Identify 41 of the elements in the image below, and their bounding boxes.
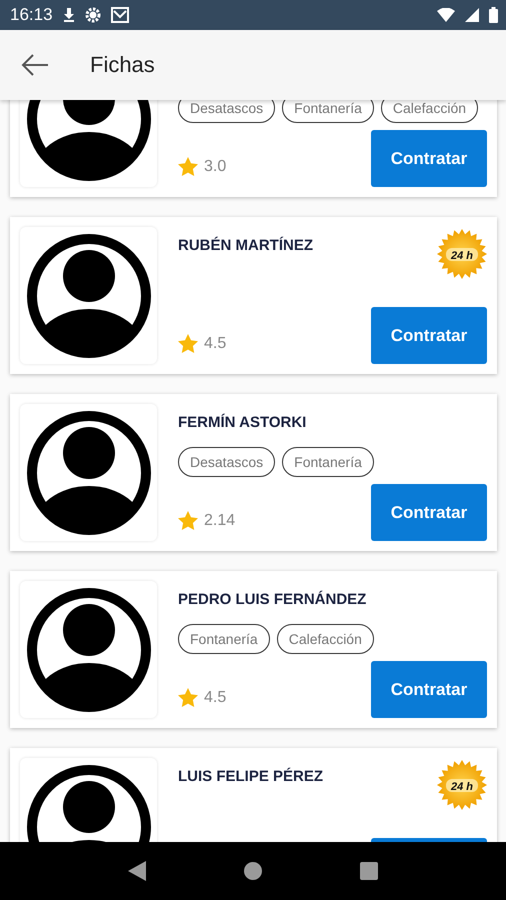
settings-icon: [84, 7, 101, 23]
star-icon: [178, 511, 198, 530]
hire-button[interactable]: Contratar: [371, 484, 487, 541]
service-tag: Fontanería: [282, 447, 374, 477]
mail-icon: [110, 7, 129, 23]
star-icon: [178, 157, 198, 176]
star-icon: [178, 334, 198, 353]
service-tag: Desatascos: [178, 447, 276, 477]
battery-icon: [489, 7, 498, 23]
rating-value: 3.0: [204, 158, 226, 176]
download-icon: [62, 8, 75, 22]
signal-icon: [465, 8, 479, 22]
back-button[interactable]: [20, 53, 50, 77]
screen-title: Fichas: [90, 52, 155, 78]
service-tag: Calefacción: [276, 624, 374, 654]
status-time: 16:13: [10, 5, 53, 25]
professional-name: LUIS FELIPE PÉREZ: [178, 766, 324, 787]
back-nav-button[interactable]: [128, 861, 146, 881]
hire-button[interactable]: Contratar: [371, 661, 487, 718]
hire-button[interactable]: Contratar: [371, 130, 487, 187]
recents-nav-button[interactable]: [360, 862, 378, 880]
recents-square-icon: [360, 862, 378, 880]
back-triangle-icon: [128, 861, 146, 881]
service-tag: Calefacción: [380, 100, 478, 123]
rating-value: 2.14: [204, 512, 236, 530]
home-circle-icon: [242, 861, 263, 881]
24h-badge: 24 h: [437, 229, 487, 279]
professional-name: FERMÍN ASTORKI: [178, 412, 306, 433]
star-icon: [178, 688, 198, 707]
service-tag: Fontanería: [282, 100, 374, 123]
wifi-icon: [437, 8, 455, 22]
service-tag: Desatascos: [178, 100, 276, 123]
back-arrow-icon: [20, 53, 50, 77]
rating-value: 4.5: [204, 688, 226, 706]
hire-button[interactable]: Contratar: [371, 307, 487, 364]
professional-name: RUBÉN MARTÍNEZ: [178, 236, 313, 256]
rating-value: 4.5: [204, 334, 226, 352]
professional-name: PEDRO LUIS FERNÁNDEZ: [178, 590, 366, 610]
24h-badge: 24 h: [437, 760, 487, 810]
home-nav-button[interactable]: [242, 861, 263, 881]
service-tag: Fontanería: [178, 624, 270, 654]
